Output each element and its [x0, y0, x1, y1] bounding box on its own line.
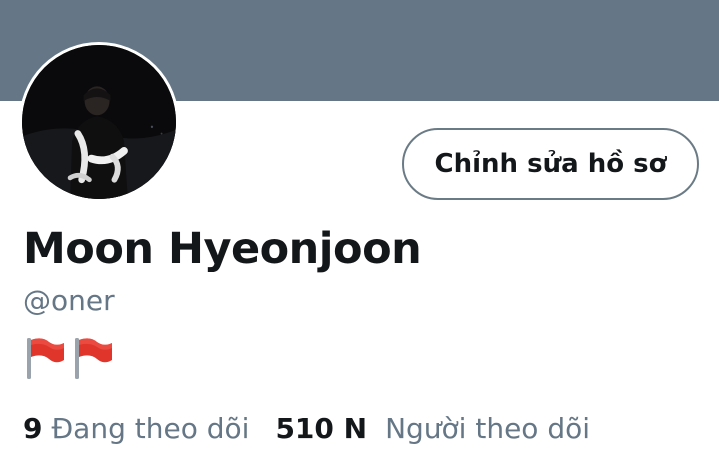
red-flag-icon [72, 336, 114, 380]
avatar[interactable] [19, 42, 179, 202]
followers-link[interactable]: 510 N Người theo dõi [275, 412, 590, 445]
edit-profile-button[interactable]: Chỉnh sửa hồ sơ [402, 128, 699, 200]
user-handle: @oner [23, 284, 115, 317]
bio [24, 336, 114, 380]
followers-count: 510 N [275, 412, 368, 445]
red-flag-icon [24, 336, 66, 380]
profile-page: Chỉnh sửa hồ sơ Moon Hyeonjoon @oner 9 Đ… [0, 0, 719, 465]
following-count: 9 [23, 412, 43, 445]
avatar-photo [22, 45, 176, 199]
following-label: Đang theo dõi [51, 412, 250, 445]
profile-stats: 9 Đang theo dõi 510 N Người theo dõi [23, 412, 590, 452]
display-name: Moon Hyeonjoon [23, 224, 422, 274]
following-link[interactable]: 9 Đang theo dõi [23, 412, 249, 445]
followers-label: Người theo dõi [385, 412, 591, 445]
